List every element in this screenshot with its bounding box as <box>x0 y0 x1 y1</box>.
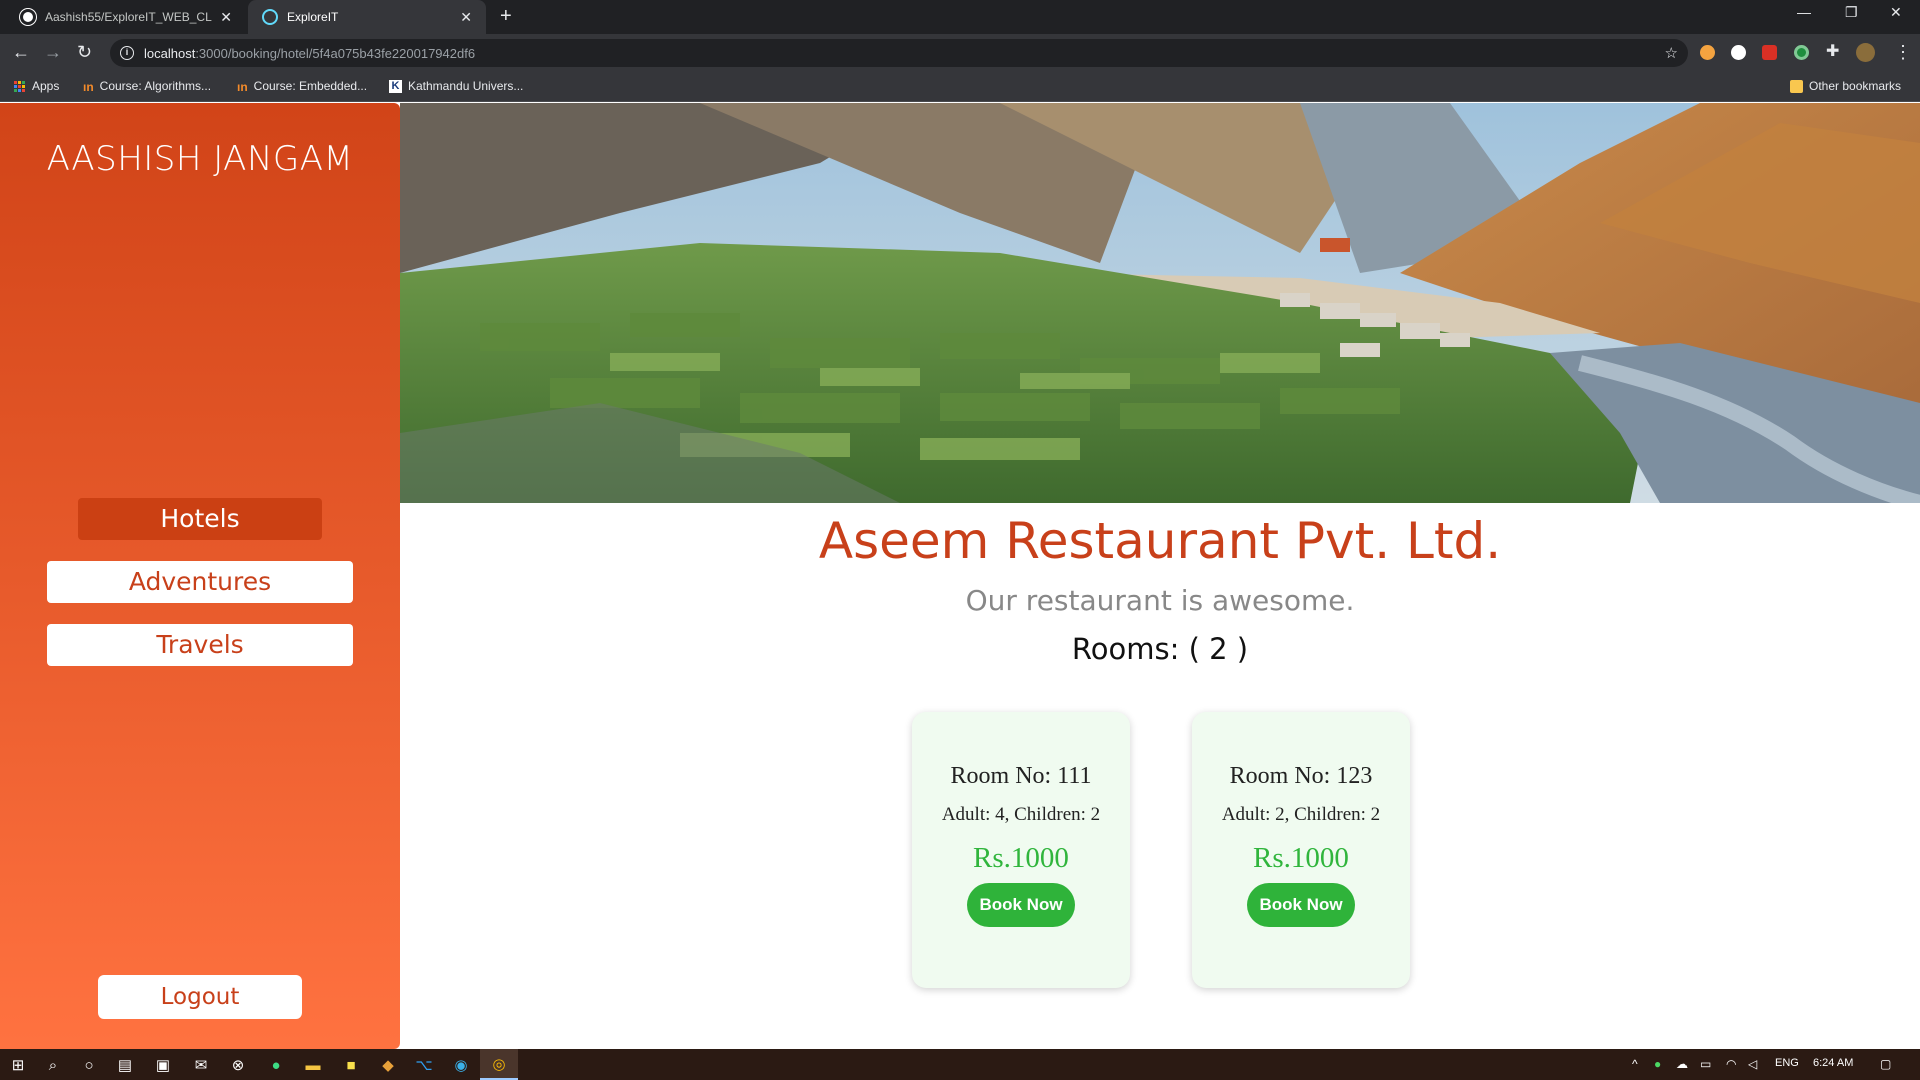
music-app-icon[interactable]: ● <box>266 1055 286 1075</box>
sticky-notes-icon[interactable]: ■ <box>341 1055 361 1075</box>
search-icon[interactable]: ⌕ <box>43 1055 63 1075</box>
task-view-icon[interactable]: ▤ <box>115 1055 135 1075</box>
onedrive-icon[interactable]: ☁ <box>1676 1057 1688 1071</box>
bookmark-star-icon[interactable]: ☆ <box>1665 44 1678 62</box>
nav-item-adventures[interactable]: Adventures <box>47 561 353 603</box>
book-now-button[interactable]: Book Now <box>1247 883 1355 927</box>
cortana-icon[interactable]: ○ <box>79 1055 99 1075</box>
bookmark-label: Course: Embedded... <box>253 79 368 93</box>
windows-start-icon[interactable]: ⊞ <box>8 1055 28 1075</box>
chrome-icon[interactable]: ◎ <box>480 1049 518 1080</box>
close-window-icon[interactable]: ✕ <box>1890 4 1902 21</box>
hotel-banner-image <box>400 103 1920 503</box>
ku-icon: K <box>389 79 402 93</box>
edge-icon[interactable]: ◉ <box>451 1055 471 1075</box>
site-info-icon[interactable]: i <box>120 46 134 60</box>
room-price: Rs.1000 <box>1253 842 1349 874</box>
mountain-valley-illustration <box>400 103 1920 503</box>
rooms-count: Rooms: ( 2 ) <box>1071 632 1249 666</box>
nav-item-hotels[interactable]: Hotels <box>78 498 322 540</box>
avatar[interactable] <box>1856 43 1875 62</box>
bookmark-course-embedded[interactable]: ın Course: Embedded... <box>237 79 368 94</box>
bookmark-label: Apps <box>32 79 60 93</box>
react-icon <box>262 9 278 25</box>
folder-icon <box>1790 79 1803 93</box>
room-number: Room No: 123 <box>1229 763 1373 789</box>
new-tab-icon[interactable]: + <box>500 5 512 28</box>
battery-icon[interactable]: ▭ <box>1700 1057 1711 1071</box>
course-icon: ın <box>237 79 248 94</box>
sidebar: AASHISH JANGAM Hotels Adventures Travels… <box>0 103 400 1049</box>
address-bar[interactable]: i localhost:3000/booking/hotel/5f4a075b4… <box>110 39 1688 67</box>
puzzle-icon[interactable]: ✚ <box>1826 42 1839 62</box>
tab-exploreit[interactable]: ExploreIT ✕ <box>248 0 486 34</box>
store-icon[interactable]: ▣ <box>153 1055 173 1075</box>
tab-title: Aashish55/ExploreIT_WEB_CLIEN <box>45 10 212 24</box>
logout-button[interactable]: Logout <box>98 975 302 1019</box>
extension-icon[interactable] <box>1700 45 1715 60</box>
extension-icon[interactable] <box>1762 45 1777 60</box>
room-price: Rs.1000 <box>973 842 1069 874</box>
other-bookmarks[interactable]: Other bookmarks <box>1790 79 1901 93</box>
back-icon[interactable]: ← <box>12 42 30 62</box>
xbox-icon[interactable]: ⊗ <box>228 1055 248 1075</box>
forward-icon[interactable]: → <box>44 42 62 62</box>
course-icon: ın <box>83 79 94 94</box>
hotel-name: Aseem Restaurant Pvt. Ltd. <box>818 512 1502 570</box>
windows-taskbar: ⊞ ⌕ ○ ▤ ▣ ✉ ⊗ ● ▬ ■ ◆ ⌥ ◉ ◎ ^ ● ☁ ▭ ◠ ◁ … <box>0 1049 1920 1080</box>
clock[interactable]: 6:24 AM <box>1813 1057 1853 1069</box>
other-bookmarks-label: Other bookmarks <box>1809 79 1902 93</box>
url-path: :3000/booking/hotel/5f4a075b43fe22001794… <box>195 45 476 61</box>
tray-overflow-icon[interactable]: ^ <box>1632 1057 1638 1071</box>
bookmark-label: Course: Algorithms... <box>99 79 212 93</box>
reload-icon[interactable]: ↻ <box>77 42 92 62</box>
tray-app-icon[interactable]: ● <box>1654 1057 1661 1071</box>
extension-icon[interactable] <box>1794 45 1809 60</box>
room-card: Room No: 123 Adult: 2, Children: 2 Rs.10… <box>1192 712 1410 988</box>
apps-icon <box>14 80 25 92</box>
minimize-icon[interactable]: — <box>1797 4 1811 20</box>
tab-title: ExploreIT <box>287 10 339 24</box>
vscode-icon[interactable]: ⌥ <box>414 1055 434 1075</box>
nav-item-travels[interactable]: Travels <box>47 624 353 666</box>
browser-toolbar: ← → ↻ i localhost:3000/booking/hotel/5f4… <box>0 34 1920 72</box>
book-now-button[interactable]: Book Now <box>967 883 1075 927</box>
mail-icon[interactable]: ✉ <box>191 1055 211 1075</box>
menu-icon[interactable]: ⋮ <box>1894 42 1912 62</box>
extension-icon[interactable] <box>1731 45 1746 60</box>
bookmarks-bar: Apps ın Course: Algorithms... ın Course:… <box>0 72 1920 102</box>
volume-icon[interactable]: ◁ <box>1748 1057 1757 1071</box>
notifications-icon[interactable]: ▢ <box>1880 1057 1891 1071</box>
bookmark-label: Kathmandu Univers... <box>408 79 524 93</box>
room-occupancy: Adult: 4, Children: 2 <box>941 804 1101 825</box>
file-explorer-icon[interactable]: ▬ <box>303 1055 323 1075</box>
github-icon <box>20 9 36 25</box>
room-occupancy: Adult: 2, Children: 2 <box>1221 804 1381 825</box>
url-host: localhost <box>144 45 196 61</box>
language-indicator[interactable]: ENG <box>1775 1057 1799 1069</box>
restore-icon[interactable]: ❐ <box>1845 4 1858 21</box>
bookmark-course-algorithms[interactable]: ın Course: Algorithms... <box>83 79 212 94</box>
bookmark-apps[interactable]: Apps <box>14 79 59 93</box>
wifi-icon[interactable]: ◠ <box>1726 1057 1736 1071</box>
tab-github[interactable]: Aashish55/ExploreIT_WEB_CLIEN ✕ <box>6 0 246 34</box>
close-tab-icon[interactable]: ✕ <box>220 9 232 26</box>
hotel-description: Our restaurant is awesome. <box>965 584 1355 617</box>
room-card: Room No: 111 Adult: 4, Children: 2 Rs.10… <box>912 712 1130 988</box>
brand-name: AASHISH JANGAM <box>46 139 354 179</box>
close-tab-icon[interactable]: ✕ <box>460 9 472 26</box>
bookmark-kathmandu-university[interactable]: K Kathmandu Univers... <box>389 79 523 93</box>
git-icon[interactable]: ◆ <box>378 1055 398 1075</box>
room-number: Room No: 111 <box>950 763 1092 789</box>
browser-tab-strip: Aashish55/ExploreIT_WEB_CLIEN ✕ ExploreI… <box>0 0 1920 34</box>
